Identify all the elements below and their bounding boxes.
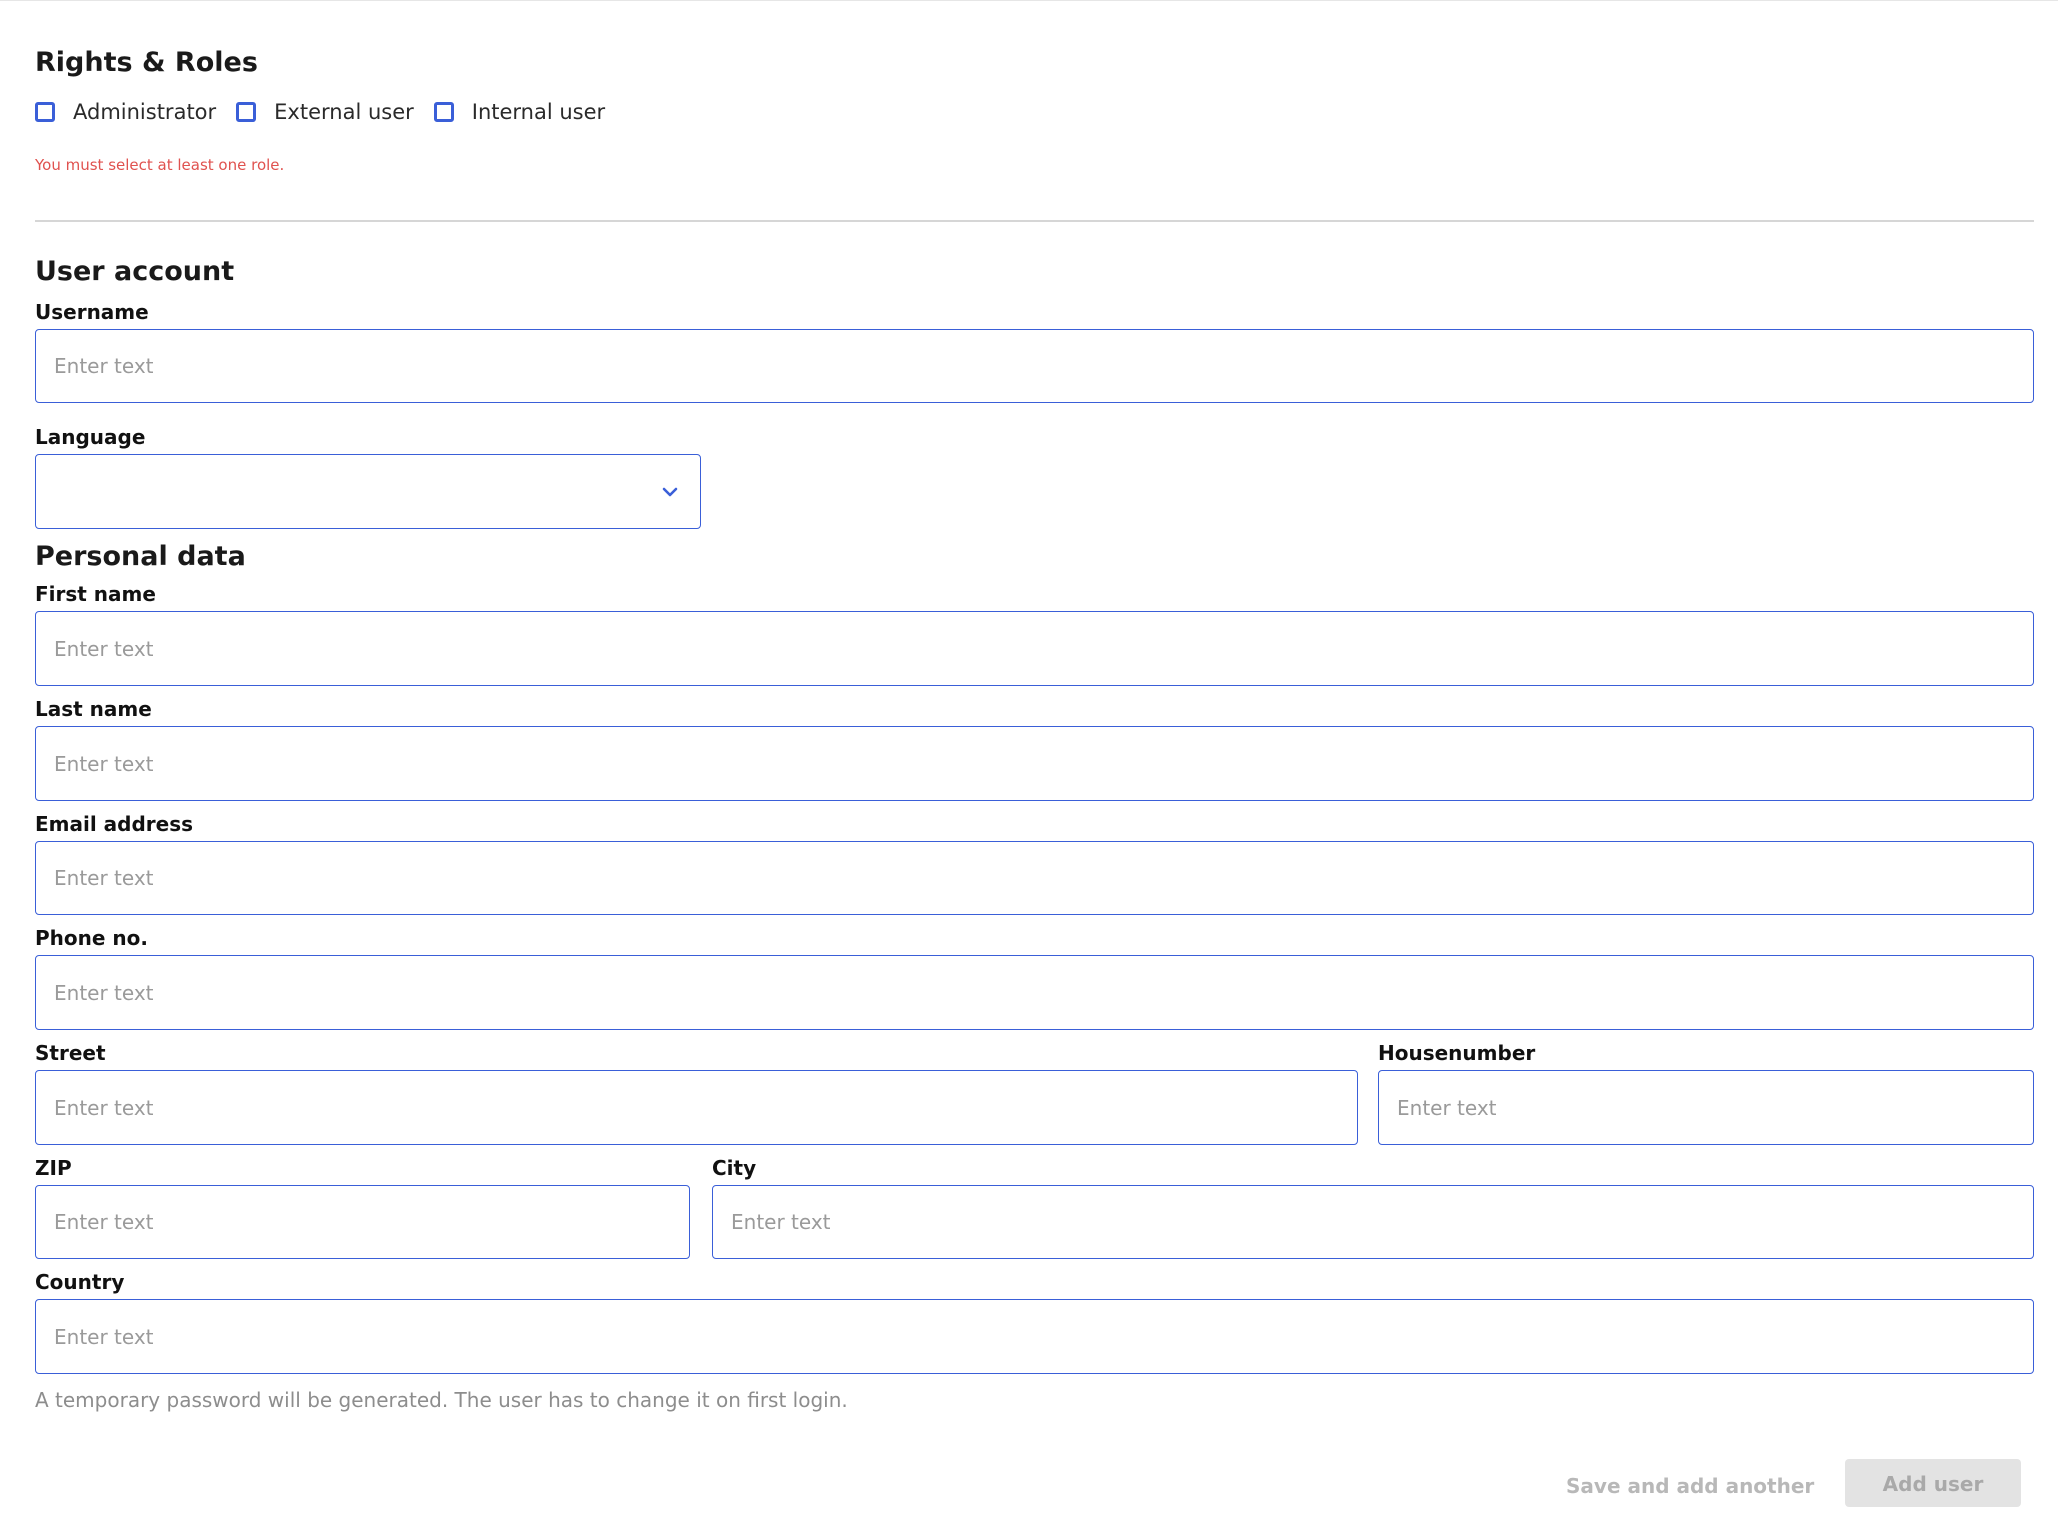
username-field-wrapper bbox=[35, 329, 2034, 403]
username-input[interactable] bbox=[36, 330, 2033, 402]
country-field-wrapper bbox=[35, 1299, 2034, 1374]
administrator-label[interactable]: Administrator bbox=[73, 99, 216, 125]
roles-error-message: You must select at least one role. bbox=[35, 156, 285, 174]
city-label: City bbox=[712, 1156, 757, 1180]
last-name-label: Last name bbox=[35, 697, 152, 721]
external-user-label[interactable]: External user bbox=[274, 99, 414, 125]
street-label: Street bbox=[35, 1041, 106, 1065]
zip-label: ZIP bbox=[35, 1156, 72, 1180]
phone-field-wrapper bbox=[35, 955, 2034, 1030]
email-label: Email address bbox=[35, 812, 194, 836]
role-external-user[interactable]: External user bbox=[236, 99, 414, 125]
first-name-input[interactable] bbox=[36, 612, 2033, 685]
rights-roles-heading: Rights & Roles bbox=[35, 47, 258, 78]
housenumber-input[interactable] bbox=[1379, 1071, 2033, 1144]
role-internal-user[interactable]: Internal user bbox=[433, 99, 605, 125]
housenumber-field-wrapper bbox=[1378, 1070, 2034, 1145]
street-input[interactable] bbox=[36, 1071, 1357, 1144]
last-name-field-wrapper bbox=[35, 726, 2034, 801]
roles-checkbox-group: Administrator External user Internal use… bbox=[35, 97, 625, 127]
administrator-checkbox[interactable] bbox=[35, 102, 55, 122]
add-user-button[interactable]: Add user bbox=[1845, 1459, 2021, 1507]
external-user-checkbox[interactable] bbox=[236, 102, 257, 122]
top-border bbox=[0, 0, 2058, 1]
country-label: Country bbox=[35, 1270, 125, 1294]
username-label: Username bbox=[35, 300, 149, 324]
phone-label: Phone no. bbox=[35, 926, 148, 950]
zip-field-wrapper bbox=[35, 1185, 690, 1259]
personal-data-heading: Personal data bbox=[35, 541, 246, 572]
language-label: Language bbox=[35, 425, 146, 449]
street-field-wrapper bbox=[35, 1070, 1358, 1145]
phone-input[interactable] bbox=[36, 956, 2033, 1029]
internal-user-label[interactable]: Internal user bbox=[472, 99, 605, 125]
user-account-heading: User account bbox=[35, 256, 235, 287]
country-input[interactable] bbox=[36, 1300, 2033, 1373]
language-select[interactable] bbox=[35, 454, 701, 529]
first-name-field-wrapper bbox=[35, 611, 2034, 686]
section-divider bbox=[35, 220, 2034, 222]
city-input[interactable] bbox=[713, 1186, 2033, 1258]
last-name-input[interactable] bbox=[36, 727, 2033, 800]
chevron-down-icon[interactable] bbox=[662, 485, 678, 499]
internal-user-checkbox[interactable] bbox=[433, 102, 454, 122]
city-field-wrapper bbox=[712, 1185, 2034, 1259]
temporary-password-hint: A temporary password will be generated. … bbox=[35, 1388, 848, 1412]
first-name-label: First name bbox=[35, 582, 156, 606]
email-input[interactable] bbox=[36, 842, 2033, 914]
zip-input[interactable] bbox=[36, 1186, 689, 1258]
role-administrator[interactable]: Administrator bbox=[35, 99, 216, 125]
housenumber-label: Housenumber bbox=[1378, 1041, 1536, 1065]
save-and-add-another-button[interactable]: Save and add another bbox=[1560, 1462, 1814, 1508]
email-field-wrapper bbox=[35, 841, 2034, 915]
